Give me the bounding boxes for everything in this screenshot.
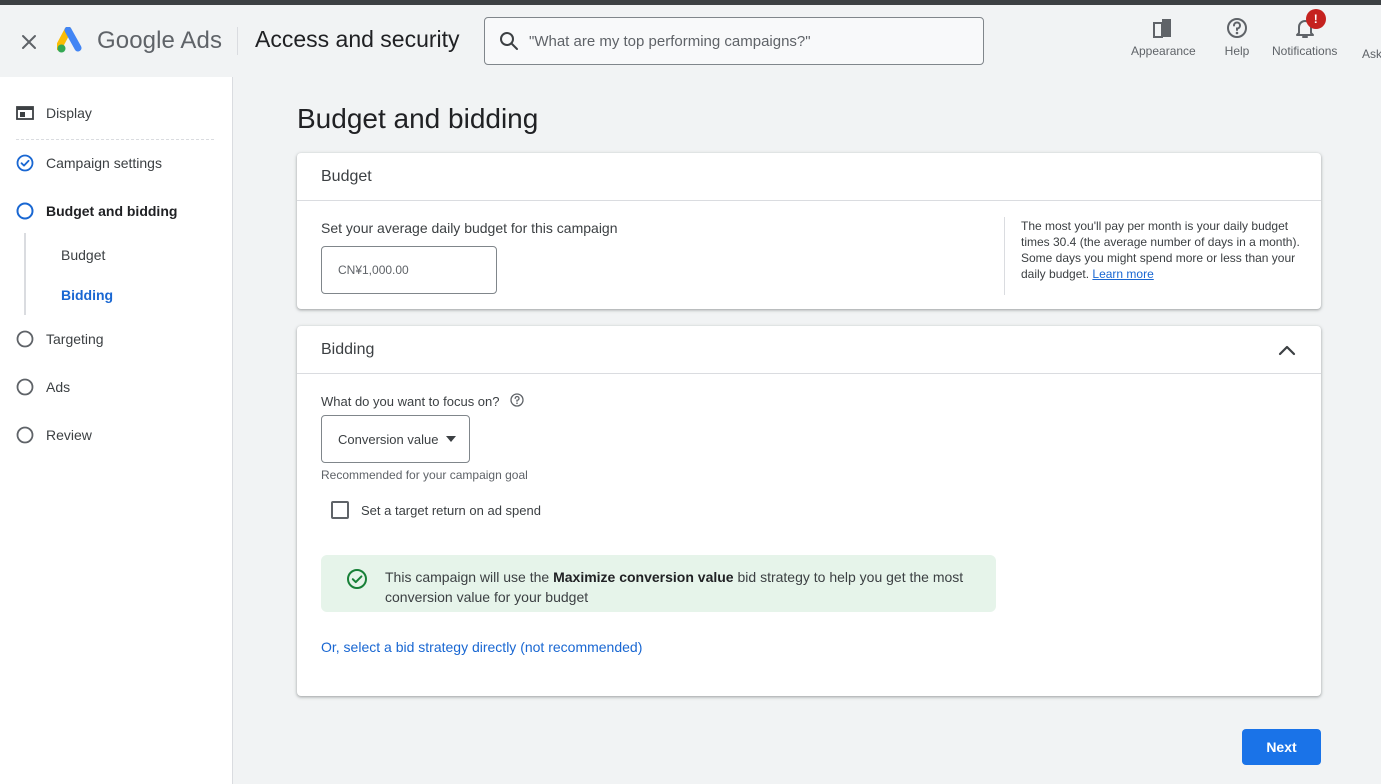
help-label: Help [1224,44,1250,58]
page-title: Budget and bidding [297,103,539,134]
sidebar-item-label: Campaign settings [46,155,162,171]
sidebar-subitem-bidding[interactable]: Bidding [61,287,113,303]
budget-input-value: CN¥1,000.00 [338,263,409,277]
sub-nav-line [24,233,26,315]
budget-label: Set your average daily budget for this c… [321,220,618,236]
budget-help-text: The most you'll pay per month is your da… [1021,218,1305,282]
close-icon[interactable] [14,27,44,57]
bid-strategy-info-box: This campaign will use the Maximize conv… [321,555,996,612]
help-button[interactable]: Help [1224,15,1250,58]
next-button[interactable]: Next [1242,729,1321,765]
circle-icon [16,202,34,220]
bidding-card-title: Bidding [321,340,375,358]
chevron-up-icon[interactable] [1275,338,1299,362]
recommended-text: Recommended for your campaign goal [321,468,528,482]
display-icon [16,106,34,120]
circle-icon [16,330,34,348]
target-roas-checkbox-row[interactable]: Set a target return on ad spend [331,501,541,519]
sidebar-item-campaign-settings[interactable]: Campaign settings [16,154,162,172]
bidding-card: Bidding What do you want to focus on? Co… [297,326,1321,696]
bid-strategy-info-text: This campaign will use the Maximize conv… [385,567,965,607]
budget-help-body: The most you'll pay per month is your da… [1021,219,1300,281]
appearance-icon [1150,15,1176,41]
sidebar-item-label: Budget and bidding [46,203,178,219]
focus-dropdown[interactable]: Conversion value [321,415,470,463]
search-icon [500,32,518,50]
section-title: Access and security [255,26,460,52]
appearance-button[interactable]: Appearance [1131,15,1196,58]
help-circle-icon[interactable] [509,393,524,410]
budget-card-header: Budget [297,153,1321,201]
sidebar-item-label: Targeting [46,331,104,347]
notifications-label: Notifications [1272,44,1338,58]
sidebar: Display Campaign settings Budget and bid… [0,77,233,784]
bidding-card-header: Bidding [297,326,1321,374]
budget-divider [1004,217,1005,295]
focus-dropdown-value: Conversion value [338,431,439,447]
sidebar-item-label: Ads [46,379,71,395]
app-header: Google Ads Access and security "What are… [0,5,1381,77]
focus-label-text: What do you want to focus on? [321,394,500,409]
notifications-button[interactable]: ! Notifications [1272,9,1338,58]
sidebar-item-budget-and-bidding[interactable]: Budget and bidding [16,202,177,220]
header-divider [237,27,238,55]
sidebar-item-display[interactable]: Display [16,105,92,121]
learn-more-link[interactable]: Learn more [1092,267,1153,281]
sidebar-item-label: Display [46,105,92,121]
circle-icon [16,426,34,444]
sidebar-divider [16,139,214,140]
target-roas-label: Set a target return on ad spend [361,502,541,518]
google-ads-logo[interactable]: Google Ads [57,25,222,57]
sidebar-item-targeting[interactable]: Targeting [16,330,104,348]
ask-label[interactable]: Ask [1362,47,1381,61]
google-ads-logo-icon [57,27,82,53]
search-bar[interactable]: "What are my top performing campaigns?" [484,17,984,65]
sidebar-subitem-budget[interactable]: Budget [61,247,105,263]
appearance-label: Appearance [1131,44,1196,58]
target-roas-checkbox[interactable] [331,501,349,519]
search-placeholder: "What are my top performing campaigns?" [529,32,811,50]
check-circle-icon [16,154,34,172]
circle-icon [16,378,34,396]
bell-icon: ! [1292,9,1326,41]
budget-card: Budget Set your average daily budget for… [297,153,1321,309]
budget-input[interactable]: CN¥1,000.00 [321,246,497,294]
focus-label: What do you want to focus on? [321,393,524,410]
sidebar-item-label: Review [46,427,92,443]
dropdown-arrow-icon [446,436,457,442]
sidebar-item-ads[interactable]: Ads [16,378,70,396]
notification-badge: ! [1305,9,1326,29]
info-prefix: This campaign will use the [385,569,554,585]
check-circle-icon [346,568,368,595]
logo-text: Google Ads [97,27,223,54]
info-strategy-name: Maximize conversion value [553,569,734,585]
sidebar-item-review[interactable]: Review [16,426,92,444]
select-bid-strategy-link[interactable]: Or, select a bid strategy directly (not … [321,639,642,655]
help-icon [1224,15,1250,41]
